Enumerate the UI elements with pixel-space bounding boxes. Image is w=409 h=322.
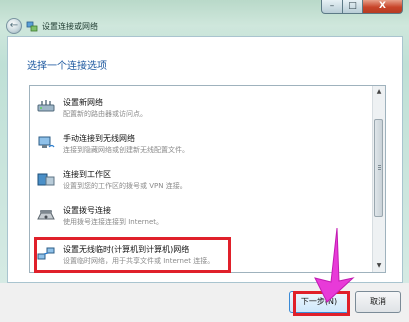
vertical-scrollbar[interactable]: ▲ ▼ xyxy=(372,86,385,272)
new-network-icon xyxy=(37,100,55,112)
option-desc: 设置到您的工作区的拨号或 VPN 连接。 xyxy=(63,182,187,190)
option-desc: 连接到隐藏网络或创建新无线配置文件。 xyxy=(63,146,189,154)
wireless-connect-icon xyxy=(38,136,55,148)
option-desc: 配置新的路由器或访问点。 xyxy=(63,110,147,118)
option-workplace[interactable]: 连接到工作区 设置到您的工作区的拨号或 VPN 连接。 xyxy=(30,162,370,198)
scroll-down-icon[interactable]: ▼ xyxy=(373,260,385,272)
option-title: 设置新网络 xyxy=(63,98,103,107)
option-new-network[interactable]: 设置新网络 配置新的路由器或访问点。 xyxy=(30,90,370,126)
caption-buttons: – □ X xyxy=(321,0,403,14)
scroll-grip-icon xyxy=(378,165,381,171)
adhoc-option-highlight-box xyxy=(34,237,231,273)
maximize-button[interactable]: □ xyxy=(343,0,363,14)
network-wizard-icon xyxy=(26,21,38,32)
option-title: 手动连接到无线网络 xyxy=(63,134,135,143)
option-desc: 使用拨号连接连接到 Internet。 xyxy=(63,218,164,226)
workplace-icon xyxy=(37,173,55,186)
option-title: 连接到工作区 xyxy=(63,170,111,179)
back-button[interactable]: ← xyxy=(6,18,22,34)
scroll-up-icon[interactable]: ▲ xyxy=(373,86,385,98)
scroll-thumb[interactable] xyxy=(374,119,383,217)
pointer-arrow-icon xyxy=(314,227,355,303)
close-button[interactable]: X xyxy=(363,0,403,14)
window-title: 设置连接或网络 xyxy=(42,22,98,31)
option-manual-wireless[interactable]: 手动连接到无线网络 连接到隐藏网络或创建新无线配置文件。 xyxy=(30,126,370,162)
back-arrow-icon: ← xyxy=(9,20,19,31)
cancel-button[interactable]: 取消 xyxy=(355,291,401,313)
minimize-button[interactable]: – xyxy=(321,0,343,14)
page-heading: 选择一个连接选项 xyxy=(27,61,107,72)
window-frame: ← 设置连接或网络 – □ X 选择一个连接选项 设置新网络 配置新的路由器或访… xyxy=(0,0,409,322)
dialup-icon xyxy=(37,210,55,220)
option-title: 设置拨号连接 xyxy=(63,206,111,215)
title-bar: ← 设置连接或网络 – □ X xyxy=(0,0,409,36)
